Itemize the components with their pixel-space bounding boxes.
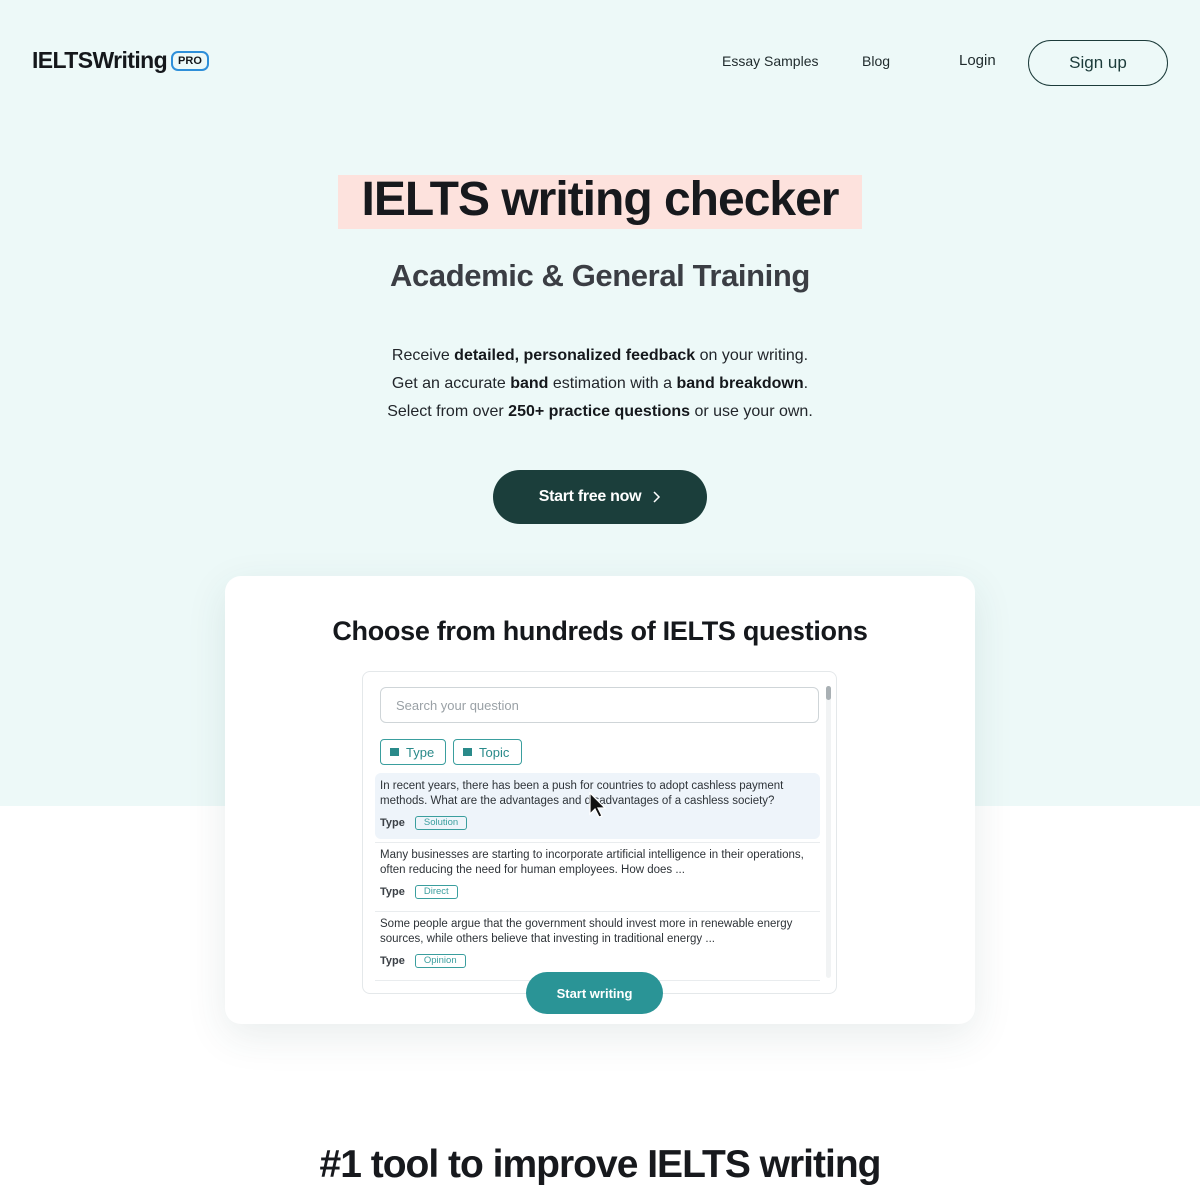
question-type-label: Type — [380, 817, 405, 829]
question-text: Some people argue that the government sh… — [380, 918, 793, 945]
filter-topic-button[interactable]: Topic — [453, 739, 522, 765]
start-writing-button[interactable]: Start writing — [526, 972, 663, 1014]
hero-line-2-bold-1: band — [510, 375, 549, 392]
question-type-badge: Solution — [414, 816, 468, 830]
hero-description: Receive detailed, personalized feedback … — [0, 342, 1200, 426]
question-text: Many businesses are starting to incorpor… — [380, 849, 804, 876]
start-free-label: Start free now — [538, 488, 642, 505]
hero-line-1-pre: Receive — [391, 347, 455, 364]
flag-icon — [463, 748, 472, 756]
question-type-badge: Direct — [414, 885, 458, 899]
hero-line-2: Get an accurate band estimation with a b… — [0, 370, 1200, 398]
mouse-cursor-icon — [589, 792, 607, 818]
hero-line-3: Select from over 250+ practice questions… — [0, 398, 1200, 426]
question-panel: Type Topic In recent years, there has be… — [362, 671, 837, 994]
logo-pro-badge: PRO — [171, 50, 209, 71]
hero-line-2-bold-2: band breakdown — [676, 375, 804, 392]
section-title: #1 tool to improve IELTS writing — [319, 1143, 882, 1186]
hero-line-3-bold: 250+ practice questions — [508, 403, 691, 420]
list-item[interactable]: Many businesses are starting to incorpor… — [375, 842, 820, 908]
nav-blog[interactable]: Blog — [862, 53, 890, 69]
hero-line-1: Receive detailed, personalized feedback … — [0, 342, 1200, 370]
question-type-label: Type — [380, 886, 405, 898]
card-title: Choose from hundreds of IELTS questions — [332, 616, 868, 646]
filter-type-button[interactable]: Type — [380, 739, 446, 765]
filter-topic-label: Topic — [479, 744, 510, 760]
hero-line-2-post: . — [803, 375, 809, 392]
hero-line-1-bold: detailed, personalized feedback — [454, 347, 696, 364]
question-meta: Type Solution — [380, 816, 815, 830]
hero-line-2-mid: estimation with a — [548, 375, 677, 392]
flag-icon — [390, 748, 399, 756]
nav-login[interactable]: Login — [959, 52, 996, 69]
logo[interactable]: IELTSWriting PRO — [32, 47, 209, 74]
scrollbar-thumb[interactable] — [826, 686, 831, 700]
question-type-label: Type — [380, 955, 405, 967]
nav-essay-samples[interactable]: Essay Samples — [722, 53, 818, 69]
start-free-button[interactable]: Start free now — [493, 470, 707, 524]
page-subtitle: Academic & General Training — [390, 258, 810, 293]
filter-type-label: Type — [406, 744, 435, 760]
page-title: IELTS writing checker — [361, 173, 840, 226]
question-meta: Type Opinion — [380, 954, 815, 968]
question-meta: Type Direct — [380, 885, 815, 899]
site-header: IELTSWriting PRO Essay Samples Blog Logi… — [0, 0, 1200, 124]
chevron-right-icon — [653, 491, 661, 503]
hero-line-2-pre: Get an accurate — [391, 375, 511, 392]
logo-text: IELTSWriting — [32, 47, 168, 73]
hero-line-1-post: on your writing. — [695, 347, 809, 364]
hero-line-3-post: or use your own. — [690, 403, 813, 420]
scrollbar-track[interactable] — [826, 686, 831, 978]
question-type-badge: Opinion — [414, 954, 466, 968]
list-item[interactable]: Some people argue that the government sh… — [375, 911, 820, 977]
search-input[interactable] — [380, 687, 819, 723]
signup-button[interactable]: Sign up — [1028, 40, 1168, 86]
hero-line-3-pre: Select from over — [387, 403, 509, 420]
